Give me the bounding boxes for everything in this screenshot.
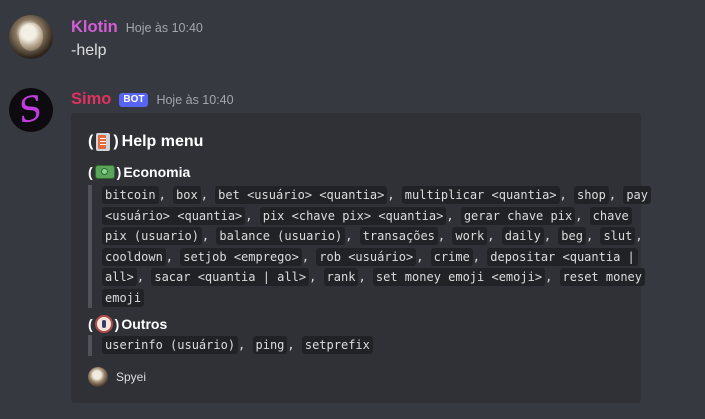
footer-avatar (88, 367, 108, 387)
message-header: Simo BOT Hoje às 10:40 (71, 90, 234, 109)
separator: , (585, 229, 601, 243)
timestamp: Hoje às 10:40 (156, 93, 234, 107)
separator: , (416, 249, 431, 264)
command-code: userinfo (usuário) (102, 336, 239, 354)
command-code: shop (573, 186, 609, 204)
command-list: bitcoin, box, bet <usuário> <quantia>, m… (102, 185, 652, 309)
command-code: box (173, 186, 201, 204)
username[interactable]: Klotin (71, 18, 118, 37)
separator: , (301, 249, 317, 264)
command-code: reset money (559, 268, 645, 286)
separator: , (559, 188, 574, 202)
separator: , (238, 338, 253, 352)
field-value-outros: userinfo (usuário), ping, setprefix (88, 335, 608, 356)
separator: , (358, 270, 373, 284)
field-name-outros: ( ) Outros (88, 315, 168, 333)
message-header: Klotin Hoje às 10:40 (71, 18, 203, 37)
book-icon (96, 133, 111, 151)
field-value-economia: bitcoin, box, bet <usuário> <quantia>, m… (88, 185, 652, 309)
avatar[interactable]: S (9, 88, 53, 132)
command-line: <usuário> <quantia>, pix <chave pix> <qu… (102, 206, 632, 227)
embed-footer: Spyei (88, 367, 146, 387)
command-code: depositar <quantia | (487, 247, 638, 266)
command-code: rank (323, 268, 359, 286)
separator: , (200, 188, 216, 202)
separator: , (136, 270, 152, 284)
avatar-letter: S (15, 88, 47, 132)
separator: , (165, 249, 181, 264)
field-name-economia: ( ) Economia (88, 164, 191, 180)
command-code: sacar <quantia | all> (151, 268, 310, 286)
footer-text: Spyei (116, 370, 147, 384)
command-code: gerar chave pix (460, 206, 576, 225)
money-icon (94, 165, 115, 179)
command-code: pay (623, 186, 652, 204)
separator: , (309, 270, 324, 284)
command-line: pix (usuario), balance (usuario), transa… (102, 226, 643, 247)
separator: , (608, 188, 624, 202)
command-code: slut (600, 227, 636, 245)
separator: , (287, 338, 302, 352)
separator: , (545, 270, 560, 284)
command-list: userinfo (usuário), ping, setprefix (102, 335, 608, 356)
embed: ( ) Help menu ( ) Economia bitcoin, box,… (71, 113, 652, 403)
command-line: userinfo (usuário), ping, setprefix (102, 335, 608, 356)
username[interactable]: Simo (71, 90, 111, 109)
command-code: <usuário> <quantia> (102, 206, 246, 225)
command-code: all> (102, 268, 137, 286)
separator: , (201, 229, 217, 243)
command-code: daily (501, 227, 544, 245)
command-code: multiplicar <quantia> (401, 186, 560, 204)
embed-title: ( ) Help menu (88, 133, 204, 151)
command-code: bet <usuário> <quantia> (215, 186, 388, 204)
separator: , (487, 229, 502, 243)
command-code: crime (430, 247, 473, 266)
command-code: pix (usuario) (102, 227, 202, 245)
command-code: work (452, 227, 488, 245)
command-code: chave (589, 206, 632, 225)
separator: , (387, 188, 402, 202)
separator: , (437, 229, 453, 243)
command-code: transações (359, 227, 438, 245)
separator: , (446, 208, 461, 223)
separator: , (158, 188, 174, 202)
command-line: emoji (102, 288, 608, 309)
command-code: emoji (102, 288, 145, 307)
command-code: balance (usuario) (216, 227, 346, 245)
timestamp: Hoje às 10:40 (125, 21, 203, 35)
embed-title-text: Help menu (121, 133, 204, 150)
command-code: pix <chave pix> <quantia> (259, 206, 447, 225)
command-code: setprefix (301, 336, 373, 354)
command-line: all>, sacar <quantia | all>, rank, set m… (102, 267, 645, 288)
command-code: set money emoji <emoji> (372, 268, 546, 286)
separator: , (543, 229, 559, 243)
command-line: bitcoin, box, bet <usuário> <quantia>, m… (102, 185, 652, 206)
bot-tag: BOT (119, 93, 149, 107)
separator: , (245, 208, 260, 223)
command-code: beg (558, 227, 586, 245)
avatar[interactable] (9, 15, 53, 59)
separator: , (575, 208, 590, 223)
command-code: cooldown (102, 247, 166, 266)
separator: , (345, 229, 360, 243)
command-code: bitcoin (102, 186, 159, 204)
command-code: setjob <emprego> (180, 247, 302, 266)
command-code: rob <usuário> (316, 247, 417, 266)
separator: , (635, 229, 643, 243)
command-line: cooldown, setjob <emprego>, rob <usuário… (102, 247, 638, 268)
command-code: ping (252, 336, 288, 354)
seal-icon (94, 315, 113, 333)
separator: , (472, 249, 488, 264)
message-content: -help (71, 42, 107, 59)
